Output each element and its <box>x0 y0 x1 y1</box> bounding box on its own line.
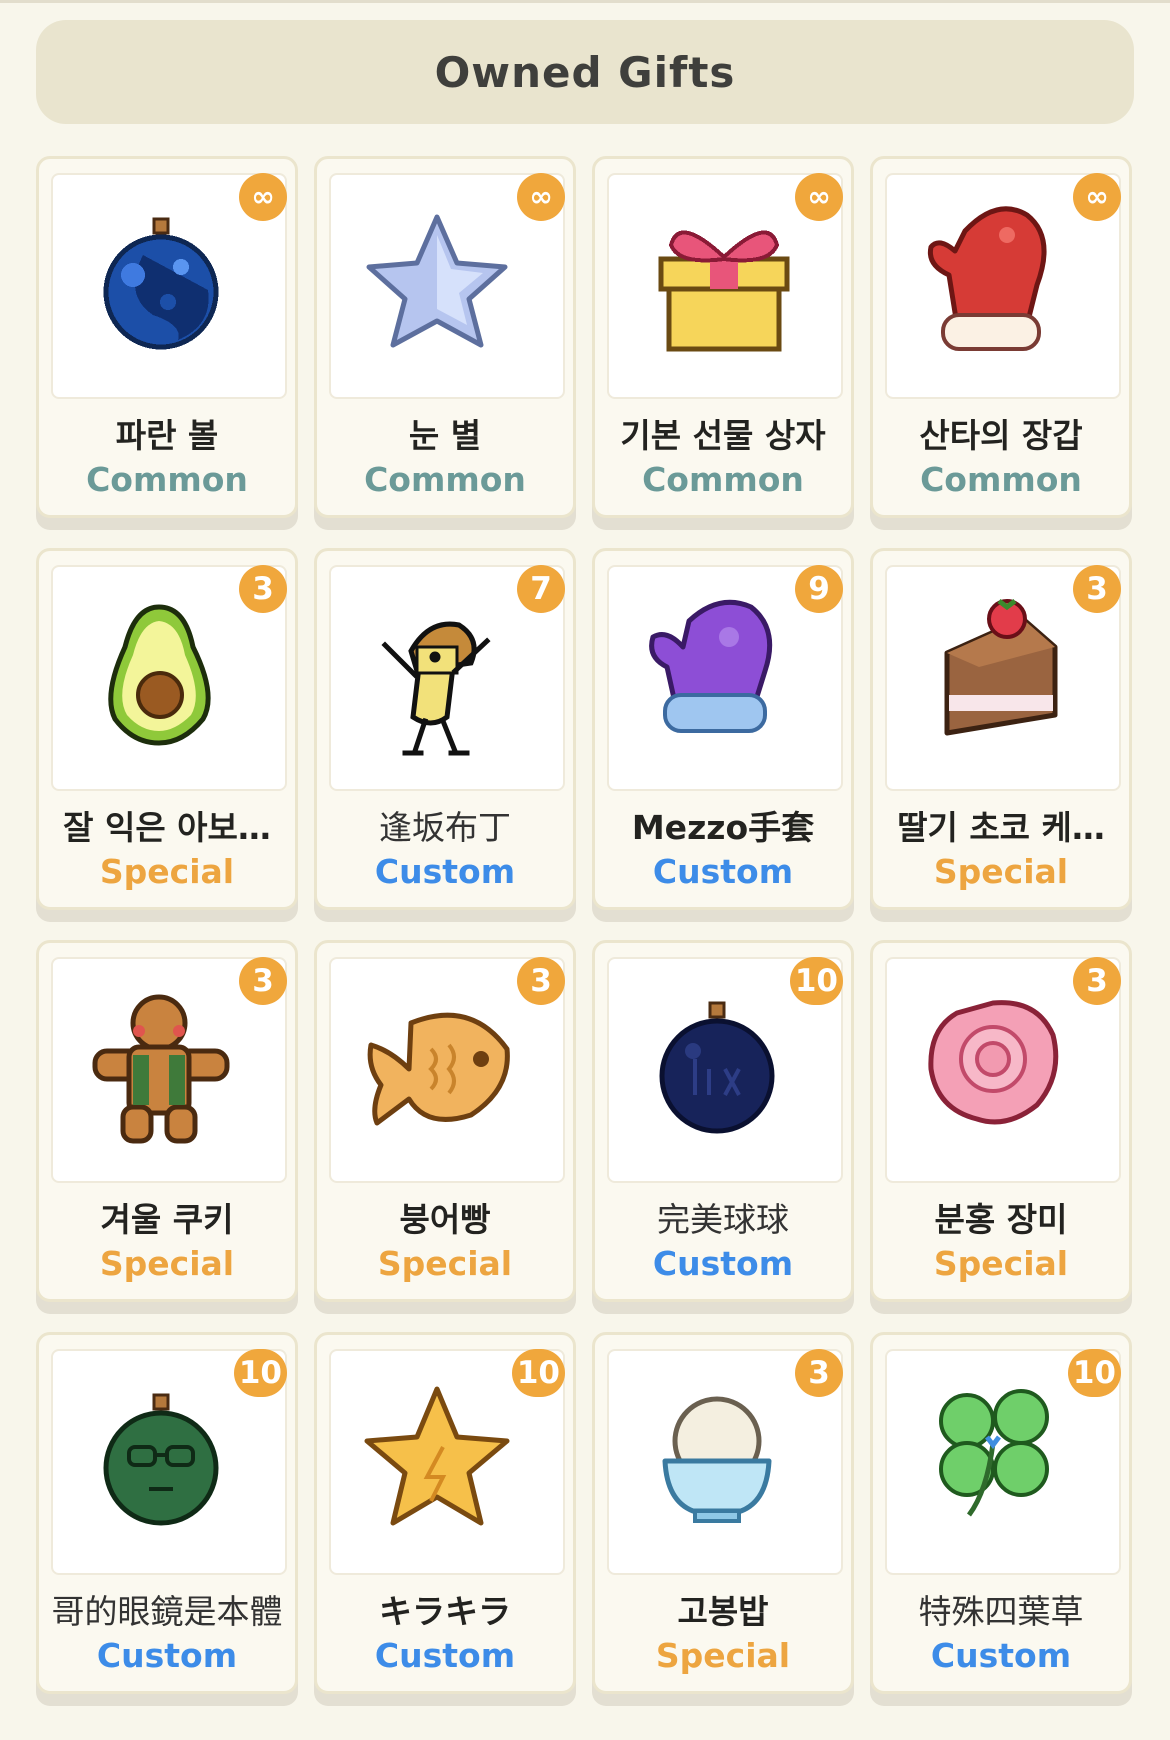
gift-rarity: Special <box>655 1636 791 1675</box>
gift-card[interactable]: ∞ 기본 선물 상자 Common <box>592 156 854 518</box>
gift-name: 붕어빵 <box>399 1200 491 1239</box>
gift-name: 完美球球 <box>657 1200 789 1239</box>
gift-rarity: Custom <box>930 1636 1072 1675</box>
gift-card[interactable]: 10 哥的眼鏡是本體 Custom <box>36 1332 298 1694</box>
gift-name: 기본 선물 상자 <box>620 416 826 455</box>
gift-grid: ∞ 파란 볼 Common ∞ 눈 별 Common ∞ 기본 선물 상자 Co… <box>36 156 1132 1694</box>
gift-name: 파란 볼 <box>115 416 219 455</box>
gift-card[interactable]: 3 딸기 초코 케… Special <box>870 548 1132 910</box>
gift-name: Mezzo手套 <box>631 808 815 847</box>
count-badge: ∞ <box>517 173 565 221</box>
count-badge: 7 <box>517 565 565 613</box>
gift-name: 고봉밥 <box>677 1592 769 1631</box>
gift-card[interactable]: 3 고봉밥 Special <box>592 1332 854 1694</box>
gift-rarity: Special <box>99 1244 235 1283</box>
gift-name: 特殊四葉草 <box>918 1592 1084 1631</box>
count-badge: 3 <box>517 957 565 1005</box>
gift-card[interactable]: ∞ 산타의 장갑 Common <box>870 156 1132 518</box>
count-badge: 3 <box>239 957 287 1005</box>
gift-rarity: Common <box>642 460 804 499</box>
count-badge: 10 <box>1067 1349 1121 1397</box>
gift-rarity: Special <box>99 852 235 891</box>
gift-name: 哥的眼鏡是本體 <box>51 1592 283 1631</box>
gift-name: 逢坂布丁 <box>379 808 511 847</box>
count-badge: ∞ <box>1073 173 1121 221</box>
gift-name: 잘 익은 아보… <box>63 808 271 847</box>
page-header: Owned Gifts <box>36 20 1134 124</box>
gift-card[interactable]: ∞ 파란 볼 Common <box>36 156 298 518</box>
count-badge: 9 <box>795 565 843 613</box>
gift-rarity: Custom <box>96 1636 238 1675</box>
count-badge: ∞ <box>239 173 287 221</box>
gift-name: キラキラ <box>379 1592 511 1631</box>
count-badge: 3 <box>1073 565 1121 613</box>
count-badge: ∞ <box>795 173 843 221</box>
gift-name: 겨울 쿠키 <box>100 1200 234 1239</box>
gift-card[interactable]: 3 붕어빵 Special <box>314 940 576 1302</box>
top-divider <box>0 0 1170 3</box>
gift-card[interactable]: 10 完美球球 Custom <box>592 940 854 1302</box>
gift-card[interactable]: 10 キラキラ Custom <box>314 1332 576 1694</box>
gift-rarity: Special <box>933 852 1069 891</box>
gift-card[interactable]: 7 逢坂布丁 Custom <box>314 548 576 910</box>
gift-rarity: Special <box>933 1244 1069 1283</box>
gift-rarity: Common <box>364 460 526 499</box>
count-badge: 3 <box>239 565 287 613</box>
gift-rarity: Custom <box>652 1244 794 1283</box>
count-badge: 10 <box>511 1349 565 1397</box>
gift-name: 딸기 초코 케… <box>897 808 1105 847</box>
gift-card[interactable]: 3 잘 익은 아보… Special <box>36 548 298 910</box>
gift-card[interactable]: 9 Mezzo手套 Custom <box>592 548 854 910</box>
count-badge: 10 <box>233 1349 287 1397</box>
page-title: Owned Gifts <box>434 47 736 97</box>
gift-card[interactable]: ∞ 눈 별 Common <box>314 156 576 518</box>
count-badge: 10 <box>789 957 843 1005</box>
count-badge: 3 <box>795 1349 843 1397</box>
gift-rarity: Common <box>920 460 1082 499</box>
gift-rarity: Custom <box>374 1636 516 1675</box>
gift-card[interactable]: 3 겨울 쿠키 Special <box>36 940 298 1302</box>
gift-card[interactable]: 10 特殊四葉草 Custom <box>870 1332 1132 1694</box>
gift-rarity: Special <box>377 1244 513 1283</box>
gift-rarity: Common <box>86 460 248 499</box>
count-badge: 3 <box>1073 957 1121 1005</box>
gift-rarity: Custom <box>652 852 794 891</box>
gift-name: 분홍 장미 <box>934 1200 1068 1239</box>
gift-name: 눈 별 <box>408 416 482 455</box>
gift-rarity: Custom <box>374 852 516 891</box>
gift-name: 산타의 장갑 <box>919 416 1083 455</box>
gift-card[interactable]: 3 분홍 장미 Special <box>870 940 1132 1302</box>
